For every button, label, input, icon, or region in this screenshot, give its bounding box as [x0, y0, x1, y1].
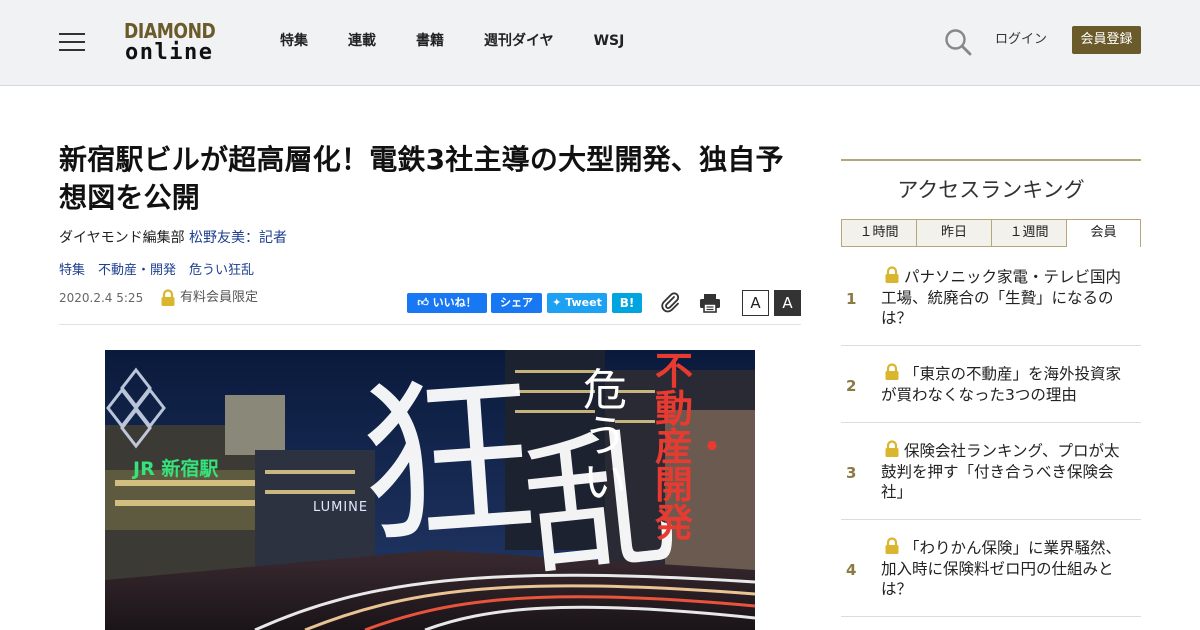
- rank-number: 3: [846, 464, 857, 482]
- nav-item-wsj[interactable]: WSJ: [594, 30, 625, 52]
- ranking-item[interactable]: 2 「東京の不動産」を海外投資家が買わなくなった3つの理由: [841, 346, 1141, 423]
- hero-station-sign: JR 新宿駅: [133, 458, 219, 480]
- tag-feature[interactable]: 特集: [59, 262, 85, 280]
- member-only-badge: 有料会員限定: [160, 289, 258, 307]
- article-tags: 特集 不動産・開発 危うい狂乱: [59, 262, 267, 280]
- hatena-bookmark-button[interactable]: B!: [612, 293, 642, 313]
- tab-1-week[interactable]: １週間: [991, 219, 1066, 247]
- font-size-large-button[interactable]: A: [774, 290, 801, 316]
- tweet-label: Tweet: [565, 296, 602, 309]
- facebook-share-button[interactable]: シェア: [491, 293, 542, 313]
- ranking-headline-text: 保険会社ランキング、プロが太鼓判を押す「付き合うべき保険会社」: [881, 442, 1120, 501]
- tab-members[interactable]: 会員: [1066, 219, 1141, 247]
- ranking-headline-text: 「わりかん保険」に業界騒然、加入時に保険料ゼロ円の仕組みとは？: [881, 539, 1122, 598]
- logo-bottom-text: online: [125, 40, 214, 65]
- hero-building-sign: LUMINE: [313, 500, 369, 515]
- nav-item-books[interactable]: 書籍: [416, 30, 444, 52]
- ranking-headline: パナソニック家電・テレビ国内工場、統廃合の「生贄」になるのは？: [881, 266, 1133, 329]
- ranking-title: アクセスランキング: [897, 178, 1085, 202]
- facebook-like-button[interactable]: 👍︎ いいね！: [407, 293, 487, 313]
- ranking-headline: 「わりかん保険」に業界騒然、加入時に保険料ゼロ円の仕組みとは？: [881, 537, 1133, 600]
- like-label: いいね！: [432, 296, 477, 309]
- tab-1-hour[interactable]: １時間: [841, 219, 916, 247]
- rank-number: 4: [846, 561, 857, 579]
- hero-image: JR 新宿駅 LUMINE 狂 乱 危うい 不動産・開発: [105, 350, 755, 630]
- ranking-headline-text: パナソニック家電・テレビ国内工場、統廃合の「生贄」になるのは？: [881, 268, 1122, 327]
- sidebar-rule: [841, 159, 1141, 161]
- lock-icon: [885, 266, 899, 283]
- article-title: 新宿駅ビルが超高層化！電鉄3社主導の大型開発、独自予想図を公開: [59, 143, 784, 214]
- register-button[interactable]: 会員登録: [1072, 26, 1141, 54]
- publish-date: 2020.2.4 5:25: [59, 291, 144, 305]
- paperclip-icon[interactable]: [659, 291, 681, 317]
- hero-vertical-text-1: 危うい: [583, 365, 627, 508]
- ranking-item[interactable]: 3 保険会社ランキング、プロが太鼓判を押す「付き合うべき保険会社」: [841, 423, 1141, 520]
- lock-icon: [161, 289, 175, 306]
- divider: [59, 324, 801, 325]
- search-icon[interactable]: [944, 28, 972, 56]
- ranking-headline: 「東京の不動産」を海外投資家が買わなくなった3つの理由: [881, 363, 1133, 405]
- byline-org: ダイヤモンド編集部: [59, 230, 185, 246]
- lock-icon: [885, 363, 899, 380]
- ranking-item[interactable]: 1 パナソニック家電・テレビ国内工場、統廃合の「生贄」になるのは？: [841, 247, 1141, 346]
- twitter-bird-icon: ✦: [552, 296, 562, 309]
- nav-item-feature[interactable]: 特集: [280, 30, 308, 52]
- tab-yesterday[interactable]: 昨日: [916, 219, 991, 247]
- lock-icon: [885, 537, 899, 554]
- byline: ダイヤモンド編集部 松野友美：記者: [59, 228, 287, 248]
- nav-item-series[interactable]: 連載: [348, 30, 376, 52]
- site-header: DIAMOND online 特集 連載 書籍 週刊ダイヤ WSJ ログイン 会…: [0, 0, 1200, 86]
- hero-vertical-text-2: 不動産・開発: [655, 350, 732, 545]
- ranking-headline: 保険会社ランキング、プロが太鼓判を押す「付き合うべき保険会社」: [881, 440, 1133, 503]
- rank-number: 1: [846, 290, 857, 308]
- tag-real-estate[interactable]: 不動産・開発: [98, 262, 176, 280]
- thumbs-up-icon: 👍︎: [417, 296, 429, 309]
- member-only-label: 有料会員限定: [180, 290, 259, 305]
- print-icon[interactable]: [699, 292, 721, 318]
- lock-icon: [885, 440, 899, 457]
- ranking-tabs: １時間 昨日 １週間 会員: [841, 219, 1141, 247]
- hamburger-icon[interactable]: [59, 31, 85, 53]
- nav-item-weekly-diamond[interactable]: 週刊ダイヤ: [484, 30, 554, 52]
- tag-dangerous-frenzy[interactable]: 危うい狂乱: [189, 262, 254, 280]
- font-size-small-button[interactable]: A: [742, 290, 769, 316]
- ranking-item[interactable]: 4 「わりかん保険」に業界騒然、加入時に保険料ゼロ円の仕組みとは？: [841, 520, 1141, 617]
- tweet-button[interactable]: ✦ Tweet: [547, 293, 607, 313]
- hero-kanji-1: 狂: [353, 355, 542, 570]
- login-link[interactable]: ログイン: [995, 31, 1047, 49]
- ranking-headline-text: 「東京の不動産」を海外投資家が買わなくなった3つの理由: [881, 365, 1122, 404]
- byline-author-link[interactable]: 松野友美：記者: [189, 230, 287, 246]
- rank-number: 2: [846, 377, 857, 395]
- main-nav: 特集 連載 書籍 週刊ダイヤ WSJ: [280, 30, 664, 52]
- site-logo[interactable]: DIAMOND online: [124, 19, 228, 67]
